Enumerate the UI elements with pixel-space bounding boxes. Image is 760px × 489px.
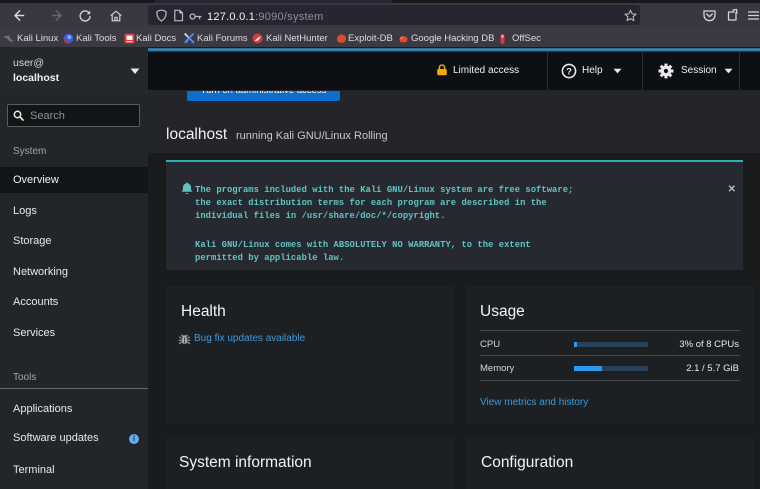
svg-text:?: ? <box>566 66 572 77</box>
